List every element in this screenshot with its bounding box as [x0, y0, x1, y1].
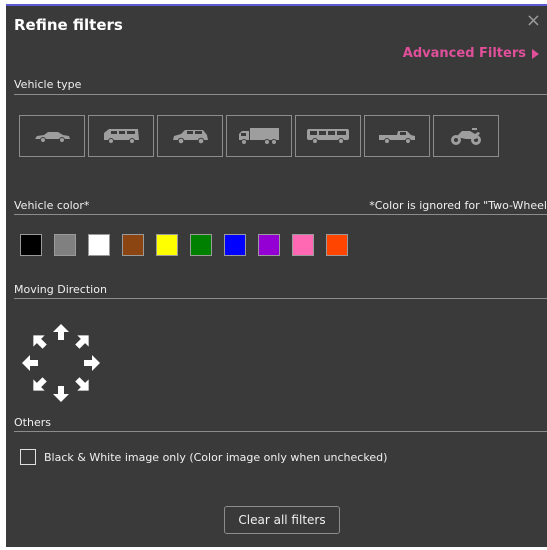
vehicle-type-divider [14, 94, 547, 95]
advanced-filters-link[interactable]: Advanced Filters [403, 46, 539, 61]
color-swatch-yellow[interactable] [156, 234, 178, 256]
sedan-icon [32, 128, 72, 144]
vehicle-type-button-7[interactable] [433, 115, 499, 157]
refine-filters-panel: Refine filters × Advanced Filters Vehicl… [6, 4, 547, 547]
suv-icon [170, 127, 210, 145]
others-label: Others [14, 416, 51, 429]
panel-title: Refine filters [14, 16, 123, 34]
bus-icon [305, 127, 351, 145]
color-swatch-purple[interactable] [258, 234, 280, 256]
triangle-right-icon [532, 48, 539, 59]
direction-selector [19, 321, 103, 405]
vehicle-type-options [19, 115, 499, 157]
motorcycle-icon [448, 125, 484, 147]
color-note: *Color is ignored for "Two-Wheel [369, 199, 547, 212]
vehicle-color-label: Vehicle color* [14, 199, 90, 212]
color-swatch-orange[interactable] [326, 234, 348, 256]
vehicle-type-button-1[interactable] [19, 115, 85, 157]
color-swatch-pink[interactable] [292, 234, 314, 256]
direction-south-west-arrow-icon[interactable] [26, 372, 51, 397]
direction-north-arrow-icon[interactable] [52, 323, 70, 341]
color-swatch-green[interactable] [190, 234, 212, 256]
vehicle-type-button-4[interactable] [226, 115, 292, 157]
color-swatch-white[interactable] [88, 234, 110, 256]
direction-south-east-arrow-icon[interactable] [70, 372, 95, 397]
color-swatch-blue[interactable] [224, 234, 246, 256]
vehicle-type-label: Vehicle type [14, 78, 82, 91]
direction-east-arrow-icon[interactable] [83, 354, 101, 372]
clear-all-filters-button[interactable]: Clear all filters [224, 506, 340, 534]
direction-north-east-arrow-icon[interactable] [70, 328, 95, 353]
bw-only-checkbox[interactable] [20, 449, 36, 465]
vehicle-type-button-6[interactable] [364, 115, 430, 157]
pickup-icon [377, 127, 417, 145]
moving-direction-divider [14, 298, 547, 299]
direction-west-arrow-icon[interactable] [21, 354, 39, 372]
vehicle-type-button-2[interactable] [88, 115, 154, 157]
close-icon[interactable]: × [526, 12, 541, 30]
vehicle-color-divider [14, 214, 547, 215]
moving-direction-label: Moving Direction [14, 283, 107, 296]
vehicle-type-button-3[interactable] [157, 115, 223, 157]
van-icon [101, 127, 141, 145]
truck-icon [237, 126, 281, 146]
direction-south-arrow-icon[interactable] [52, 385, 70, 403]
color-swatches [20, 234, 348, 256]
bw-only-label: Black & White image only (Color image on… [44, 450, 388, 464]
direction-north-west-arrow-icon[interactable] [26, 328, 51, 353]
advanced-filters-label: Advanced Filters [402, 46, 526, 61]
color-swatch-gray[interactable] [54, 234, 76, 256]
bw-only-option[interactable]: Black & White image only (Color image on… [20, 449, 387, 465]
others-divider [14, 431, 547, 432]
color-swatch-brown[interactable] [122, 234, 144, 256]
color-swatch-black[interactable] [20, 234, 42, 256]
vehicle-type-button-5[interactable] [295, 115, 361, 157]
